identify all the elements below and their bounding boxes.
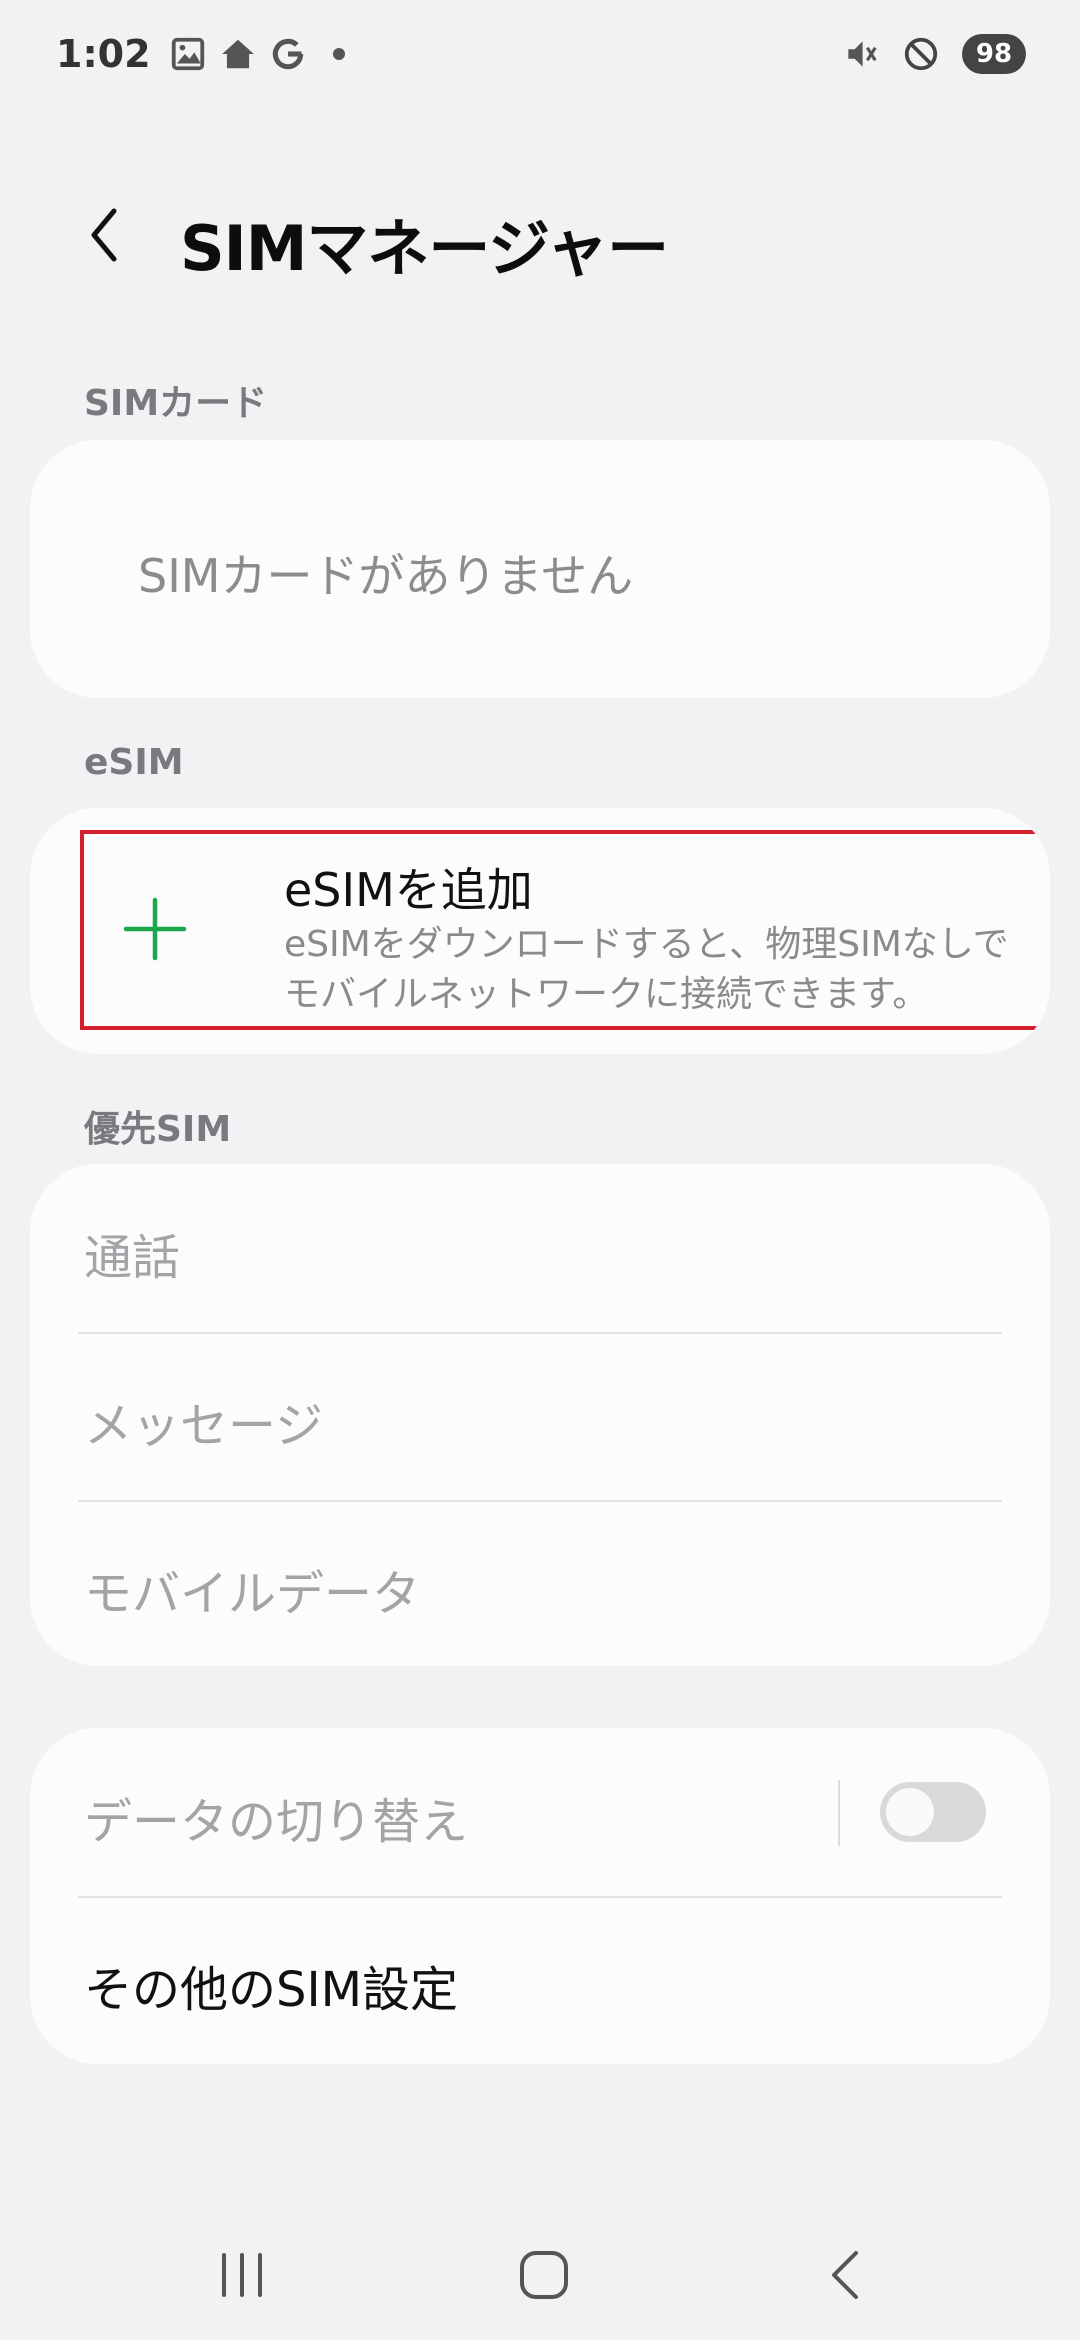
recent-apps-icon bbox=[222, 2253, 262, 2297]
more-sim-settings-row[interactable]: その他のSIM設定 bbox=[30, 1896, 1050, 2064]
plus-icon bbox=[123, 897, 187, 961]
more-sim-settings-label: その他のSIM設定 bbox=[84, 1962, 459, 2018]
battery-indicator: 98 bbox=[962, 34, 1026, 74]
data-switching-row[interactable]: データの切り替え bbox=[30, 1728, 1050, 1896]
chevron-left-icon bbox=[91, 208, 117, 262]
home-icon bbox=[219, 35, 257, 73]
data-switching-toggle[interactable] bbox=[880, 1782, 986, 1842]
navigation-bar bbox=[0, 2200, 1080, 2340]
preferred-sim-card: 通話 メッセージ モバイルデータ bbox=[30, 1164, 1050, 1666]
sim-card-card: SIMカードがありません bbox=[30, 440, 1050, 698]
sim-card-empty-text: SIMカードがありません bbox=[138, 549, 634, 603]
preferred-sim-section-label: 優先SIM bbox=[84, 1109, 232, 1150]
system-back-button[interactable] bbox=[806, 2240, 886, 2310]
preferred-sim-mobile-data-row[interactable]: モバイルデータ bbox=[30, 1500, 1050, 1666]
home-button-icon bbox=[520, 2251, 568, 2299]
home-button[interactable] bbox=[504, 2240, 584, 2310]
preferred-sim-messages-row[interactable]: メッセージ bbox=[30, 1332, 1050, 1500]
back-icon bbox=[832, 2251, 858, 2299]
sim-card-section-label: SIMカード bbox=[84, 383, 268, 424]
esim-section-label: eSIM bbox=[84, 742, 184, 783]
status-left: 1:02 bbox=[56, 28, 345, 80]
messages-label: メッセージ bbox=[84, 1398, 324, 1454]
mute-icon bbox=[842, 35, 880, 73]
add-esim-description: eSIMをダウンロードすると、物理SIMなしでモバイルネットワークに接続できます… bbox=[284, 924, 1009, 1015]
toggle-knob bbox=[886, 1788, 934, 1836]
sim-settings-card: データの切り替え その他のSIM設定 bbox=[30, 1728, 1050, 2064]
back-button[interactable] bbox=[74, 200, 134, 270]
do-not-disturb-icon bbox=[902, 35, 940, 73]
app-header: SIMマネージャー bbox=[0, 180, 1080, 290]
add-esim-button[interactable]: eSIMを追加 eSIMをダウンロードすると、物理SIMなしでモバイルネットワー… bbox=[80, 830, 1050, 1030]
recent-apps-button[interactable] bbox=[202, 2240, 282, 2310]
calls-label: 通話 bbox=[84, 1230, 181, 1286]
data-switching-label: データの切り替え bbox=[84, 1794, 469, 1850]
image-icon bbox=[169, 35, 207, 73]
preferred-sim-calls-row[interactable]: 通話 bbox=[30, 1164, 1050, 1332]
status-time: 1:02 bbox=[56, 32, 151, 76]
add-esim-title: eSIMを追加 bbox=[284, 863, 533, 917]
mobile-data-label: モバイルデータ bbox=[84, 1566, 421, 1622]
google-g-icon bbox=[269, 35, 307, 73]
status-right: 98 bbox=[842, 28, 1026, 80]
toggle-separator bbox=[838, 1780, 840, 1846]
notification-dot-icon bbox=[332, 48, 345, 60]
esim-card: eSIMを追加 eSIMをダウンロードすると、物理SIMなしでモバイルネットワー… bbox=[30, 808, 1050, 1054]
status-bar: 1:02 98 bbox=[0, 0, 1080, 110]
page-title: SIMマネージャー bbox=[180, 212, 669, 285]
